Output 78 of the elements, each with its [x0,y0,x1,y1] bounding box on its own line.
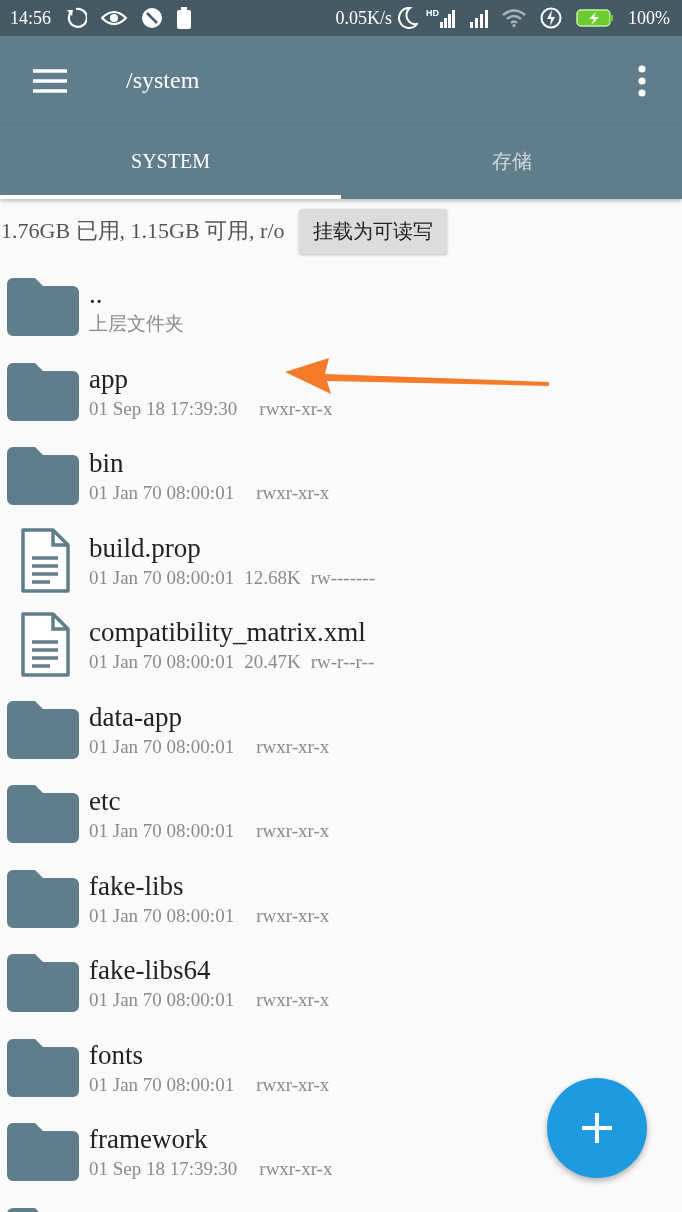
signal-icon [470,8,488,28]
battery-small-icon [177,7,191,29]
folder-icon [7,1038,79,1097]
modified-date: 01 Jan 70 08:00:01 [89,734,235,759]
file-name: fake-libs64 [89,954,212,987]
file-name: fake-libs [89,869,185,902]
file-row[interactable]: etc 01 Jan 70 08:00:01 rwxr-xr-x [0,772,682,857]
wifi-icon [502,9,526,27]
more-icon [638,64,646,97]
permissions: rw-r--r-- [310,650,375,675]
file-name: compatibility_matrix.xml [89,616,367,649]
add-button[interactable] [547,1078,647,1178]
folder-icon [7,954,79,1013]
charging-icon [540,7,562,29]
folder-icon [7,869,79,928]
file-row[interactable]: framework 01 Sep 18 17:39:30 rwxr-xr-x [0,1110,682,1195]
plus-icon [582,1113,612,1143]
file-size: 20.47K [244,650,301,675]
tab[interactable]: SYSTEM [0,125,341,199]
file-row[interactable]: app 01 Sep 18 17:39:30 rwxr-xr-x [0,349,682,434]
modified-date: 01 Jan 70 08:00:01 [89,650,235,675]
file-row[interactable]: data-app 01 Jan 70 08:00:01 rwxr-xr-x [0,687,682,772]
battery-percent: 100% [628,7,670,29]
modified-date: 01 Sep 18 17:39:30 [89,1157,238,1182]
file-name: build.prop [89,531,202,564]
folder-icon [7,785,79,844]
file-row[interactable]: compatibility_matrix.xml 01 Jan 70 08:00:01 20.47K rw-r--r-- [0,603,682,688]
folder-icon [7,278,79,337]
modified-date: 01 Jan 70 08:00:01 [89,903,235,928]
file-row[interactable]: build.prop 01 Jan 70 08:00:01 12.68K rw------- [0,518,682,603]
file-name: etc [89,785,122,818]
mount-read-write-button[interactable]: 挂载为可读写 [298,208,447,254]
signal-icon [440,8,456,28]
file-row[interactable]: fake-libs 01 Jan 70 08:00:01 rwxr-xr-x [0,856,682,941]
folder-path: /system [126,67,201,94]
permissions: rwxr-xr-x [256,903,330,928]
permissions: rwxr-xr-x [256,1072,330,1097]
menu-icon [33,68,67,93]
folder-icon [7,447,79,506]
file-name: data-app [89,700,183,733]
file-row[interactable]: .. 上层文件夹 [0,265,682,350]
modified-date: 01 Jan 70 08:00:01 [89,1072,235,1097]
folder-description: 上层文件夹 [89,312,184,337]
file-row[interactable]: bin 01 Jan 70 08:00:01 rwxr-xr-x [0,434,682,519]
clock: 14:56 [10,7,51,29]
file-name: bin [89,447,125,480]
document-icon [19,527,70,594]
permissions: rwxr-xr-x [256,988,330,1013]
network-speed: 0.05K/s [335,7,392,29]
modified-date: 01 Sep 18 17:39:30 [89,396,238,421]
modified-date: 01 Jan 70 08:00:01 [89,565,235,590]
file-name: .. [89,278,104,311]
document-icon [19,612,70,679]
folder-icon [7,1123,79,1182]
permissions: rwxr-xr-x [259,1157,333,1182]
storage-summary: 1.76GB 已用, 1.15GB 可用, r/o [1,217,285,245]
permissions: rwxr-xr-x [256,734,330,759]
modified-date: 01 Jan 70 08:00:01 [89,819,235,844]
file-row[interactable]: fonts 01 Jan 70 08:00:01 rwxr-xr-x [0,1025,682,1110]
permissions: rwxr-xr-x [256,819,330,844]
file-name: fonts [89,1038,144,1071]
eye-icon [101,8,127,28]
modified-date: 01 Jan 70 08:00:01 [89,481,235,506]
permissions: rwxr-xr-x [259,396,333,421]
file-name: app [89,362,129,395]
battery-icon [576,8,614,28]
file-name: framework [89,1123,209,1156]
permissions: rwxr-xr-x [256,481,330,506]
blocked-icon [141,7,163,29]
file-size: 12.68K [244,565,301,590]
moon-icon [398,7,418,29]
sync-icon [65,7,87,29]
folder-icon [7,700,79,759]
permissions: rw------- [310,565,375,590]
hd-label: HD [426,8,439,18]
folder-icon [7,362,79,421]
modified-date: 01 Jan 70 08:00:01 [89,988,235,1013]
file-row[interactable]: fake-libs64 01 Jan 70 08:00:01 rwxr-xr-x [0,941,682,1026]
